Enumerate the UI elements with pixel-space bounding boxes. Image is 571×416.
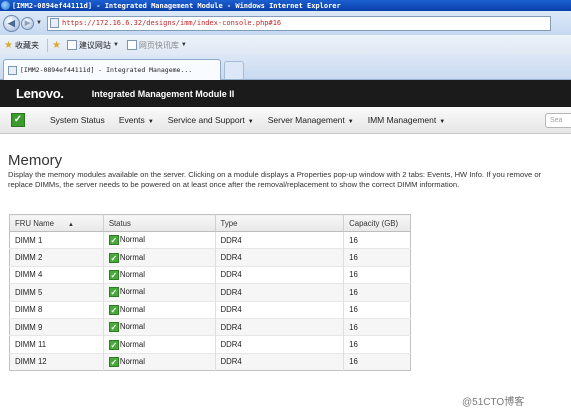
page-description: Display the memory modules available on … <box>8 170 542 189</box>
favorites-star-icon[interactable]: ★ <box>4 40 13 51</box>
window-title: [IMM2-0894ef44111d] - Integrated Managem… <box>12 1 341 10</box>
dimm-link[interactable]: DIMM 12 <box>9 352 104 371</box>
address-bar[interactable]: https://172.16.6.32/designs/imm/index-co… <box>47 15 551 31</box>
chevron-down-icon: ▼ <box>147 119 154 125</box>
type-cell: DDR4 <box>214 335 344 354</box>
table-header-row: FRU Name ▲ Status Type Capacity (GB) <box>9 214 411 232</box>
chevron-down-icon: ▼ <box>347 119 354 125</box>
window-title-bar: [IMM2-0894ef44111d] - Integrated Managem… <box>0 0 571 11</box>
nav-imm-management[interactable]: IMM Management ▼ <box>368 115 445 125</box>
favorites-bar: ★ 收藏夹 ★ 建议网站 ▼ 网页快讯库 ▼ <box>0 35 571 55</box>
status-ok-icon: ✓ <box>108 269 119 280</box>
table-row[interactable]: DIMM 9 ✓ Normal DDR4 16 <box>9 317 411 336</box>
forward-icon[interactable]: ▶ <box>21 16 34 30</box>
column-header-capacity[interactable]: Capacity (GB) <box>343 214 411 232</box>
column-header-type[interactable]: Type <box>214 214 344 232</box>
capacity-cell: 16 <box>343 283 411 302</box>
type-cell: DDR4 <box>214 317 344 336</box>
suggested-sites-link[interactable]: 建议网站 <box>79 40 111 51</box>
capacity-cell: 16 <box>343 300 411 319</box>
chevron-down-icon: ▼ <box>439 119 446 125</box>
dimm-link[interactable]: DIMM 5 <box>9 283 104 302</box>
type-cell: DDR4 <box>214 265 344 284</box>
search-input[interactable]: Sea <box>545 113 571 128</box>
tab-page-icon <box>8 65 17 75</box>
nav-events[interactable]: Events ▼ <box>119 115 154 125</box>
nav-service-and-support[interactable]: Service and Support ▼ <box>168 115 254 125</box>
back-icon[interactable]: ◀ <box>3 14 20 32</box>
table-row[interactable]: DIMM 5 ✓ Normal DDR4 16 <box>9 283 411 302</box>
sort-ascending-icon[interactable]: ▲ <box>68 222 74 228</box>
dimm-link[interactable]: DIMM 4 <box>9 265 104 284</box>
browser-tab-row: [IMM2-0894ef44111d] - Integrated Managem… <box>0 55 571 80</box>
table-row[interactable]: DIMM 4 ✓ Normal DDR4 16 <box>9 265 411 284</box>
memory-table: FRU Name ▲ Status Type Capacity (GB) DIMM… <box>9 214 411 372</box>
favorites-button[interactable]: 收藏夹 <box>15 40 39 51</box>
nav-system-status[interactable]: System Status <box>50 115 105 125</box>
capacity-cell: 16 <box>343 335 411 354</box>
table-row[interactable]: DIMM 2 ✓ Normal DDR4 16 <box>9 248 411 267</box>
dimm-link[interactable]: DIMM 9 <box>9 317 104 336</box>
main-nav: ✓ System Status Events ▼ Service and Supp… <box>0 107 571 134</box>
browser-tab-active[interactable]: [IMM2-0894ef44111d] - Integrated Managem… <box>3 59 221 80</box>
add-favorite-icon[interactable]: ★ <box>52 40 61 51</box>
dimm-link[interactable]: DIMM 2 <box>9 248 104 267</box>
ie-logo-icon <box>1 1 10 10</box>
capacity-cell: 16 <box>343 248 411 267</box>
chevron-down-icon[interactable]: ▼ <box>113 42 119 48</box>
status-cell: ✓ Normal <box>102 335 215 354</box>
chevron-down-icon: ▼ <box>247 119 254 125</box>
table-row[interactable]: DIMM 1 ✓ Normal DDR4 16 <box>9 230 411 249</box>
system-ok-icon[interactable]: ✓ <box>11 113 25 127</box>
status-cell: ✓ Normal <box>102 283 215 302</box>
table-row[interactable]: DIMM 8 ✓ Normal DDR4 16 <box>9 300 411 319</box>
column-header-status[interactable]: Status <box>102 214 215 232</box>
type-cell: DDR4 <box>214 283 344 302</box>
web-slice-icon <box>126 40 137 50</box>
capacity-cell: 16 <box>343 265 411 284</box>
page-title: Memory <box>8 152 63 169</box>
status-ok-icon: ✓ <box>108 235 119 246</box>
status-ok-icon: ✓ <box>108 322 119 333</box>
address-url[interactable]: https://172.16.6.32/designs/imm/index-co… <box>62 19 281 27</box>
status-ok-icon: ✓ <box>108 287 119 298</box>
page-icon <box>50 18 59 28</box>
capacity-cell: 16 <box>343 230 411 249</box>
status-cell: ✓ Normal <box>102 265 215 284</box>
toolbar-divider <box>46 38 48 52</box>
capacity-cell: 16 <box>343 317 411 336</box>
nav-server-management[interactable]: Server Management ▼ <box>268 115 354 125</box>
status-cell: ✓ Normal <box>102 352 215 371</box>
status-ok-icon: ✓ <box>108 304 119 315</box>
status-ok-icon: ✓ <box>108 356 119 367</box>
chevron-down-icon[interactable]: ▼ <box>181 42 187 48</box>
column-header-fru-name[interactable]: FRU Name ▲ <box>9 214 104 232</box>
type-cell: DDR4 <box>214 230 344 249</box>
dimm-link[interactable]: DIMM 11 <box>9 335 104 354</box>
suggested-sites-icon <box>66 40 77 50</box>
status-cell: ✓ Normal <box>102 317 215 336</box>
status-cell: ✓ Normal <box>102 230 215 249</box>
lenovo-logo: Lenovo. <box>16 86 64 101</box>
web-slice-gallery-link[interactable]: 网页快讯库 <box>139 40 179 51</box>
dimm-link[interactable]: DIMM 8 <box>9 300 104 319</box>
app-title: Integrated Management Module II <box>91 88 235 99</box>
tab-title: [IMM2-0894ef44111d] - Integrated Managem… <box>20 66 193 74</box>
capacity-cell: 16 <box>343 352 411 371</box>
type-cell: DDR4 <box>214 300 344 319</box>
table-row[interactable]: DIMM 12 ✓ Normal DDR4 16 <box>9 352 411 371</box>
status-ok-icon: ✓ <box>108 339 119 350</box>
status-ok-icon: ✓ <box>108 252 119 263</box>
table-row[interactable]: DIMM 11 ✓ Normal DDR4 16 <box>9 335 411 354</box>
history-dropdown-icon[interactable]: ▼ <box>36 20 43 26</box>
status-cell: ✓ Normal <box>102 248 215 267</box>
status-cell: ✓ Normal <box>102 300 215 319</box>
watermark: @51CTO博客 <box>462 397 525 408</box>
dimm-link[interactable]: DIMM 1 <box>9 230 104 249</box>
type-cell: DDR4 <box>214 248 344 267</box>
address-bar-row: ◀ ▶ ▼ https://172.16.6.32/designs/imm/in… <box>0 11 571 35</box>
new-tab-button[interactable] <box>224 61 244 79</box>
app-header: Lenovo. Integrated Management Module II <box>0 80 571 107</box>
type-cell: DDR4 <box>214 352 344 371</box>
